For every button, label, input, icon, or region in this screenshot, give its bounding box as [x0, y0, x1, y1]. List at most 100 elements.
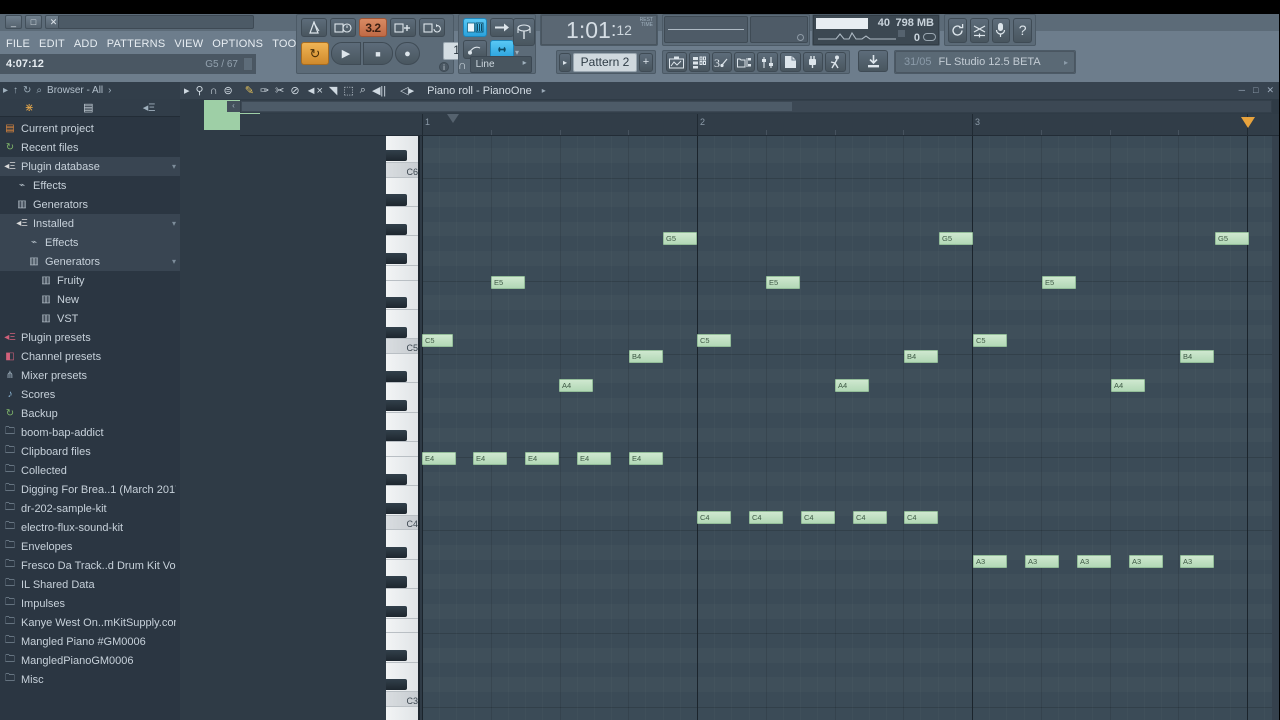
browser-item[interactable]: ⋔ Mixer presets — [0, 366, 180, 385]
piano-key-white[interactable]: C6 — [386, 163, 418, 178]
browser-item[interactable]: 🗀 MangledPianoGM0006 — [0, 651, 180, 670]
hint-scrollbar[interactable] — [243, 57, 253, 71]
piano-roll-note[interactable]: B4 — [904, 350, 938, 363]
chevron-down-icon[interactable]: ▾ — [172, 162, 176, 171]
piano-roll-note[interactable]: E4 — [629, 452, 663, 465]
up-arrow-icon[interactable]: ↑ — [13, 85, 18, 96]
browser-item[interactable]: 🗀 Clipboard files — [0, 442, 180, 461]
mute-tool-icon[interactable]: ⊘ — [290, 84, 299, 97]
menu-item-edit[interactable]: EDIT — [39, 38, 65, 50]
loop-mode-button[interactable]: ↻ — [301, 42, 329, 65]
browser-item[interactable]: ⌁ Effects — [0, 176, 180, 195]
piano-roll-note[interactable]: E4 — [473, 452, 507, 465]
browser-item[interactable]: ▥ Generators ▾ — [0, 252, 180, 271]
step-sequencer-icon[interactable] — [688, 52, 710, 72]
browser-item[interactable]: 🗀 Digging For Brea..1 (March 2017) — [0, 480, 180, 499]
tab-file-icon[interactable]: ▤ — [83, 101, 93, 114]
browser-item[interactable]: 🗀 electro-flux-sound-kit — [0, 518, 180, 537]
piano-roll-note[interactable]: E5 — [1042, 276, 1076, 289]
piano-key-white[interactable] — [386, 618, 418, 634]
version-display[interactable]: 31/05 FL Studio 12.5 BETA — [895, 51, 1075, 73]
browser-item[interactable]: 🗀 Envelopes — [0, 537, 180, 556]
piano-roll-note[interactable]: A3 — [1025, 555, 1059, 568]
piano-key-black[interactable] — [386, 502, 407, 515]
piano-roll-note[interactable]: C4 — [904, 511, 938, 524]
piano-roll-note[interactable]: A3 — [973, 555, 1007, 568]
browser-item[interactable]: 🗀 Collected — [0, 461, 180, 480]
piano-roll-note[interactable]: A3 — [1077, 555, 1111, 568]
piano-roll-note[interactable]: A4 — [559, 379, 593, 392]
browser-item[interactable]: 🗀 dr-202-sample-kit — [0, 499, 180, 518]
piano-key-white[interactable] — [386, 265, 418, 281]
record-button[interactable]: ● — [395, 42, 420, 65]
playback-tool-icon[interactable]: ◀|| — [372, 84, 386, 97]
back-arrow-icon[interactable]: ↻ — [23, 85, 31, 96]
slip-tool-icon[interactable]: ◄× — [306, 85, 323, 97]
shuffle-icon[interactable] — [969, 17, 989, 43]
piano-key-black[interactable] — [386, 150, 407, 162]
piano-key-white[interactable] — [386, 706, 418, 720]
piano-key-black[interactable] — [386, 297, 407, 309]
browser-item[interactable]: ◂Ξ Plugin presets — [0, 328, 180, 347]
piano-key-white[interactable] — [386, 442, 418, 457]
piano-roll-note[interactable]: B4 — [1180, 350, 1214, 363]
search-icon[interactable]: ⌕ — [36, 85, 42, 96]
browser-item[interactable]: 🗀 Impulses — [0, 594, 180, 613]
piano-keyboard[interactable]: C3 C4 C5 C6 — [386, 136, 420, 720]
piano-roll-note[interactable]: G5 — [663, 232, 697, 245]
pattern-add-button[interactable]: + — [639, 52, 653, 72]
wrench-icon[interactable]: ⚲ — [196, 84, 204, 97]
time-marker[interactable] — [1241, 117, 1255, 128]
pattern-selector[interactable]: Pattern 2 — [573, 52, 637, 72]
project-picker-icon[interactable] — [779, 52, 801, 72]
delete-tool-icon[interactable]: ✂ — [275, 84, 284, 97]
bar-beat-display[interactable]: 3.2 — [359, 18, 387, 37]
piano-roll-menu-icon[interactable]: ▸ — [542, 86, 546, 95]
master-pitch-icon[interactable] — [513, 18, 535, 46]
piano-roll-note[interactable]: G5 — [1215, 232, 1249, 245]
paint-tool-icon[interactable]: ✑ — [260, 84, 269, 97]
browser-item[interactable]: ◧ Channel presets — [0, 347, 180, 366]
piano-key-black[interactable] — [386, 194, 407, 206]
zoom-tool-icon[interactable]: ⌕ — [360, 84, 366, 97]
piano-roll-note[interactable]: B4 — [629, 350, 663, 363]
piano-roll-note[interactable]: E4 — [577, 452, 611, 465]
minimize-button[interactable]: _ — [5, 15, 22, 29]
stop-button[interactable]: ■ — [363, 42, 393, 65]
piano-key-black[interactable] — [386, 473, 407, 485]
tab-wave-icon[interactable]: ⋇ — [25, 101, 34, 114]
browser-item[interactable]: 🗀 Misc — [0, 670, 180, 689]
browser-item[interactable]: ◂Ξ Plugin database ▾ — [0, 157, 180, 176]
piano-roll-note[interactable]: E4 — [525, 452, 559, 465]
play-button[interactable]: ▶ — [331, 42, 361, 65]
browser-item[interactable]: ↻ Backup — [0, 404, 180, 423]
add-pattern-icon[interactable] — [390, 18, 416, 37]
magnet-tool-icon[interactable]: ∩ — [210, 85, 218, 97]
piano-key-white[interactable]: C5 — [386, 339, 418, 355]
target-icon[interactable]: ⊜ — [224, 84, 233, 97]
browser-icon[interactable] — [734, 52, 755, 72]
menu-item-options[interactable]: OPTIONS — [212, 38, 263, 50]
menu-item-view[interactable]: VIEW — [174, 38, 203, 50]
typing-keyboard-icon[interactable] — [463, 18, 487, 37]
select-tool-icon[interactable]: ⬚ — [343, 84, 353, 97]
master-meter[interactable] — [664, 16, 748, 43]
menu-item-patterns[interactable]: PATTERNS — [107, 38, 166, 50]
browser-item[interactable]: 🗀 Kanye West On..mKitSupply.com) — [0, 613, 180, 632]
piano-roll-note[interactable]: E5 — [491, 276, 525, 289]
browser-item[interactable]: ◂Ξ Installed ▾ — [0, 214, 180, 233]
piano-key-black[interactable] — [386, 429, 407, 441]
loop-pattern-icon[interactable] — [419, 18, 445, 37]
browser-tree[interactable]: ▤ Current project ↻ Recent files ◂Ξ Plugin da… — [0, 117, 180, 720]
piano-key-black[interactable] — [386, 649, 407, 662]
tempo-info-icon[interactable]: i — [439, 62, 449, 72]
browser-item[interactable]: 🗀 Mangled Piano #GM0006 — [0, 632, 180, 651]
plugin-picker-icon[interactable] — [802, 52, 824, 72]
timeline-ruler[interactable]: 1 2 3 — [240, 114, 1280, 136]
dance-icon[interactable] — [825, 52, 846, 72]
piano-key-black[interactable] — [386, 370, 407, 382]
piano-key-black[interactable] — [386, 679, 407, 691]
chevron-right-icon[interactable]: ▸ — [3, 85, 8, 96]
piano-key-black[interactable] — [386, 547, 407, 559]
browser-item[interactable]: ♪ Scores — [0, 385, 180, 404]
